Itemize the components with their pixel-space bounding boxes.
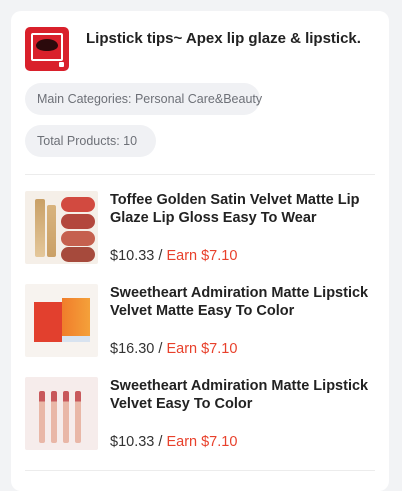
price-separator: / — [154, 341, 167, 357]
lipstick-box-base — [62, 336, 90, 342]
earn-amount: Earn $7.10 — [166, 248, 238, 264]
product-thumbnail[interactable] — [25, 377, 98, 450]
main-categories-tag: Main Categories: Personal Care&Beauty — [25, 83, 262, 115]
product-name[interactable]: Sweetheart Admiration Matte Lipstick Vel… — [110, 284, 375, 320]
lip-swatch — [61, 214, 95, 229]
product-price: $16.30 — [110, 341, 155, 357]
product-name[interactable]: Sweetheart Admiration Matte Lipstick Vel… — [110, 377, 375, 413]
store-header[interactable]: Lipstick tips~ Apex lip glaze & lipstick… — [25, 27, 375, 73]
lip-swatch — [61, 247, 95, 262]
lip-swatch — [61, 231, 95, 246]
earn-amount: Earn $7.10 — [166, 434, 238, 450]
divider — [25, 174, 375, 175]
store-title[interactable]: Lipstick tips~ Apex lip glaze & lipstick… — [86, 29, 376, 49]
product-price: $10.33 — [110, 434, 155, 450]
lipstick-box — [62, 298, 90, 338]
lips-logo-icon — [36, 39, 58, 51]
price-separator: / — [154, 248, 167, 264]
product-price: $10.33 — [110, 248, 155, 264]
lipstick-box — [34, 302, 64, 342]
lipstick-stick — [39, 391, 45, 443]
lip-gloss-tube — [47, 205, 56, 257]
earn-amount: Earn $7.10 — [166, 341, 238, 357]
product-item[interactable]: Toffee Golden Satin Velvet Matte Lip Gla… — [25, 191, 375, 265]
lipstick-stick — [63, 391, 69, 443]
product-price-line: $16.30 / Earn $7.10 — [110, 341, 237, 357]
divider — [25, 470, 375, 471]
lipstick-stick — [75, 391, 81, 443]
product-price-line: $10.33 / Earn $7.10 — [110, 434, 237, 450]
store-avatar[interactable] — [25, 27, 69, 71]
product-price-line: $10.33 / Earn $7.10 — [110, 248, 237, 264]
lip-swatch — [61, 197, 95, 212]
lip-gloss-tube — [35, 199, 45, 257]
product-item[interactable]: Sweetheart Admiration Matte Lipstick Vel… — [25, 377, 375, 451]
lipstick-stick — [51, 391, 57, 443]
store-card: Lipstick tips~ Apex lip glaze & lipstick… — [11, 11, 389, 491]
price-separator: / — [154, 434, 167, 450]
product-name[interactable]: Toffee Golden Satin Velvet Matte Lip Gla… — [110, 191, 375, 227]
product-thumbnail[interactable] — [25, 191, 98, 264]
product-item[interactable]: Sweetheart Admiration Matte Lipstick Vel… — [25, 284, 375, 358]
total-products-tag: Total Products: 10 — [25, 125, 156, 157]
logo-dot — [59, 62, 64, 67]
product-thumbnail[interactable] — [25, 284, 98, 357]
